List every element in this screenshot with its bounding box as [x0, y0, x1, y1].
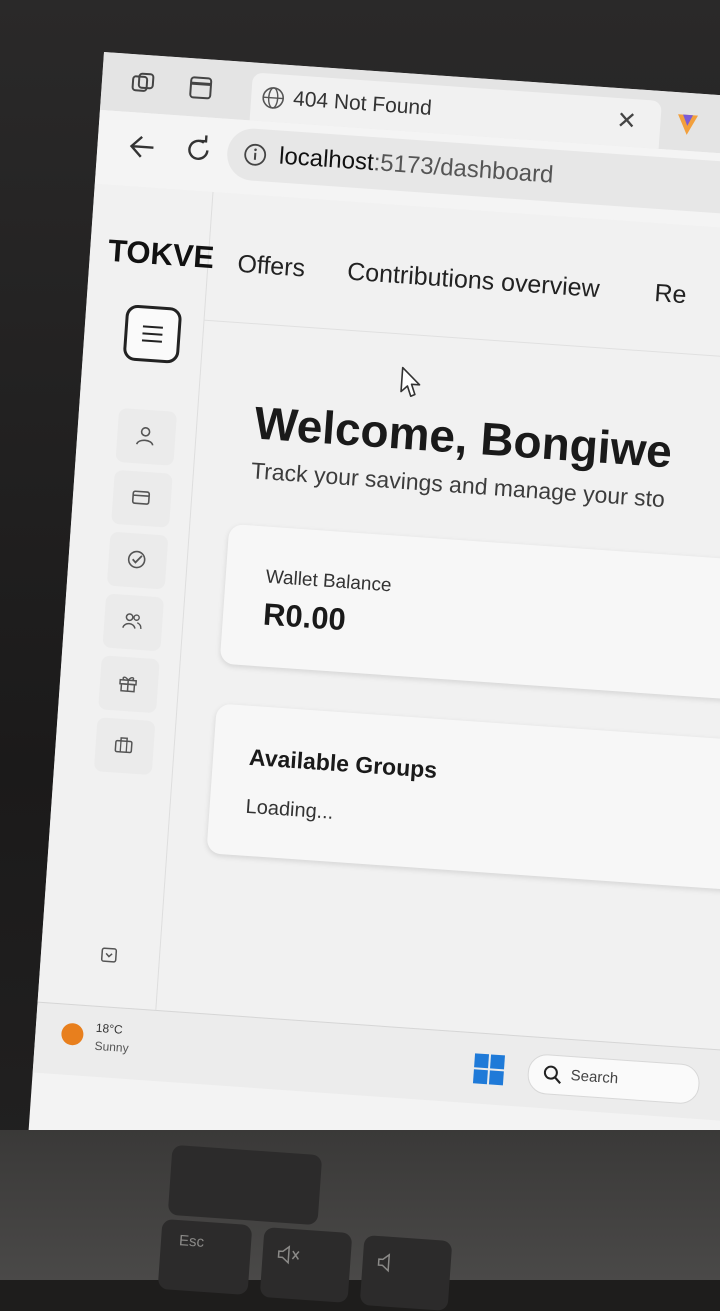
tab-title: 404 Not Found: [292, 87, 432, 121]
nav-item-partial[interactable]: Re: [653, 279, 687, 310]
mute-key: [260, 1227, 353, 1303]
url-path: :5173/dashboard: [373, 149, 555, 189]
available-groups-heading: Available Groups: [248, 744, 438, 784]
tokve-app: TOKVE Offers Contributions overview Re: [38, 184, 720, 1051]
url-host: localhost: [278, 143, 374, 177]
groups-loading-status: Loading...: [245, 796, 334, 825]
wallet-balance-label: Wallet Balance: [265, 567, 392, 598]
hamburger-icon: [140, 323, 164, 349]
volume-down-key: [360, 1235, 453, 1311]
globe-icon: [260, 85, 286, 116]
wallet-balance-value: R0.00: [262, 597, 347, 639]
volume-icon: [376, 1252, 404, 1279]
reload-icon[interactable]: [182, 134, 214, 171]
workspaces-icon[interactable]: [129, 70, 157, 103]
browser-logo-icon: [673, 110, 701, 143]
check-circle-icon: [126, 549, 147, 570]
user-icon: [135, 425, 156, 446]
menu-toggle-button[interactable]: [123, 304, 183, 364]
logout-icon: [98, 944, 119, 965]
url-text: localhost:5173/dashboard: [278, 143, 554, 190]
gift-icon: [117, 673, 138, 694]
nav-contributions-overview[interactable]: Contributions overview: [346, 258, 600, 305]
taskbar-search[interactable]: Search: [526, 1053, 700, 1105]
windows-start-icon[interactable]: [473, 1053, 505, 1085]
search-label: Search: [570, 1067, 619, 1087]
nav-offers[interactable]: Offers: [237, 250, 306, 284]
laptop-keyboard: Esc: [0, 1130, 720, 1280]
sidebar-item-tasks[interactable]: [107, 532, 169, 590]
close-tab-icon[interactable]: ✕: [615, 106, 637, 136]
card-icon: [130, 487, 151, 508]
site-info-icon[interactable]: [242, 142, 268, 173]
sidebar-item-logout[interactable]: [79, 927, 141, 985]
users-icon: [122, 611, 143, 632]
briefcase-icon: [113, 734, 134, 755]
back-arrow-icon[interactable]: [126, 132, 158, 167]
sun-icon[interactable]: [61, 1022, 84, 1045]
wallet-balance-card: Wallet Balance R0.00: [220, 524, 720, 703]
esc-key: Esc: [158, 1219, 253, 1295]
sidebar-item-business[interactable]: [94, 717, 156, 775]
weather-temperature[interactable]: 18°C: [95, 1021, 123, 1037]
sidebar-item-groups[interactable]: [102, 593, 164, 651]
esc-key-label: Esc: [178, 1232, 204, 1251]
sidebar-item-wallet[interactable]: [111, 470, 173, 528]
available-groups-card: Available Groups Loading...: [206, 703, 720, 892]
mute-icon: [276, 1244, 304, 1271]
keyboard-key: [168, 1145, 323, 1225]
tab-actions-icon[interactable]: [187, 74, 215, 107]
laptop-screen: 404 Not Found ✕ localhost:5173/dashboard…: [28, 52, 720, 1188]
dashboard-content: Welcome, Bongiwe Track your savings and …: [155, 322, 720, 1051]
mouse-cursor-icon: [398, 365, 423, 403]
sidebar-item-profile[interactable]: [115, 408, 177, 466]
sidebar-item-rewards[interactable]: [98, 655, 160, 713]
search-icon: [542, 1064, 564, 1090]
weather-condition[interactable]: Sunny: [94, 1039, 129, 1055]
